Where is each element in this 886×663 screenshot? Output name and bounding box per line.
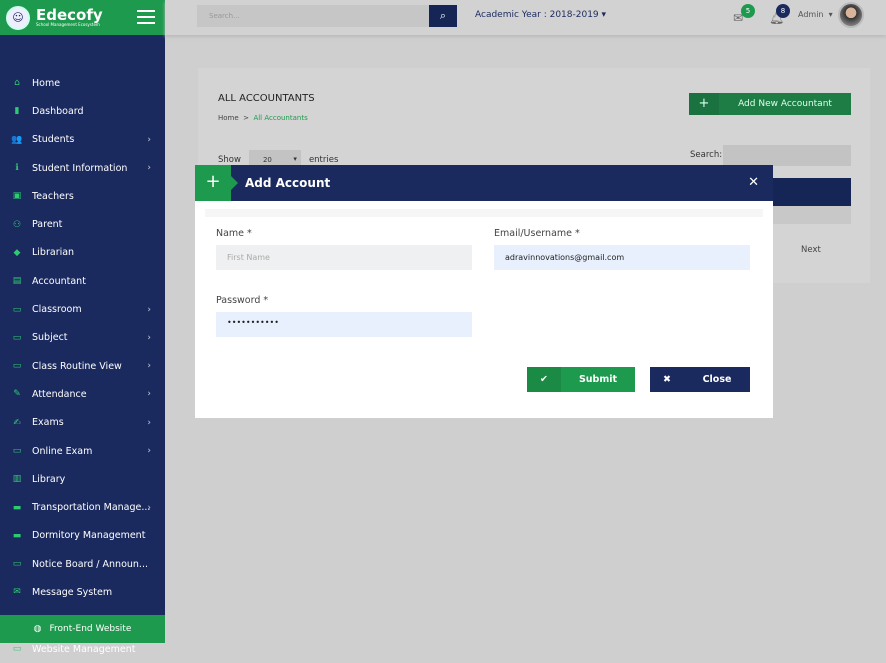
sidebar-item-librarian[interactable]: ◆ Librarian	[0, 239, 165, 267]
check-icon: ✔	[527, 367, 561, 392]
chevron-right-icon: ›	[147, 361, 151, 372]
avatar[interactable]	[838, 2, 864, 28]
logo-emblem-icon: ☺	[6, 5, 30, 30]
plus-icon: +	[195, 165, 238, 201]
bar-chart-icon: ▮	[14, 106, 20, 117]
routine-icon: ▭	[12, 361, 22, 372]
modal-title: Add Account	[245, 176, 331, 190]
mail-count-badge: 5	[741, 4, 755, 18]
sidebar-item-parent[interactable]: ⚇ Parent	[0, 210, 165, 238]
sidebar-item-exams[interactable]: ✍ Exams ›	[0, 409, 165, 437]
sidebar-item-dormitory-management[interactable]: ▬ Dormitory Management	[0, 522, 165, 550]
user-menu[interactable]: Admin ▾	[798, 10, 833, 19]
sidebar-item-classroom[interactable]: ▭ Classroom ›	[0, 295, 165, 323]
sidebar-item-student-information[interactable]: ℹ Student Information ›	[0, 154, 165, 182]
close-icon[interactable]: ✕	[748, 175, 759, 190]
globe-icon: ◍	[33, 624, 42, 634]
modal-header: + Add Account ✕	[195, 165, 773, 201]
sidebar-item-teachers[interactable]: ▣ Teachers	[0, 182, 165, 210]
front-end-website-button[interactable]: ◍ Front-End Website	[0, 615, 165, 643]
subject-icon: ▭	[12, 332, 22, 343]
plus-icon: +	[689, 93, 719, 115]
submit-button[interactable]: ✔ Submit	[527, 367, 635, 392]
chevron-right-icon: ›	[147, 304, 151, 315]
sidebar: ☺ Edecofy School Management Ecosystem ⌂ Ho…	[0, 0, 165, 655]
sidebar-item-class-routine-view[interactable]: ▭ Class Routine View ›	[0, 352, 165, 380]
teacher-icon: ▣	[12, 191, 22, 202]
search-button[interactable]: ⌕	[429, 5, 457, 27]
search-icon: ⌕	[439, 9, 447, 22]
sidebar-item-transportation-manage[interactable]: ▬ Transportation Manage... ›	[0, 493, 165, 521]
table-search-label: Search:	[690, 150, 723, 160]
add-new-accountant-button[interactable]: + Add New Accountant	[689, 93, 851, 115]
password-input[interactable]: •••••••••••	[216, 312, 472, 337]
home-icon: ⌂	[14, 78, 20, 89]
library-icon: ▥	[12, 474, 22, 485]
laptop-icon: ▭	[12, 644, 22, 655]
online-exam-icon: ▭	[12, 446, 22, 456]
classroom-icon: ▭	[12, 304, 22, 315]
next-page-button[interactable]: Next	[801, 245, 821, 255]
chevron-right-icon: ›	[147, 134, 151, 145]
message-icon: ✉	[13, 587, 21, 598]
sidebar-item-notice-board-announ[interactable]: ▭ Notice Board / Announ...	[0, 550, 165, 578]
chevron-right-icon: ›	[147, 417, 151, 428]
accountant-icon: ▤	[12, 276, 22, 287]
attendance-icon: ✎	[13, 389, 21, 400]
sidebar-item-library[interactable]: ▥ Library	[0, 465, 165, 493]
chevron-right-icon: ›	[147, 446, 151, 456]
sidebar-item-online-exam[interactable]: ▭ Online Exam ›	[0, 437, 165, 465]
notice-icon: ▭	[12, 559, 22, 570]
chevron-right-icon: ›	[147, 389, 151, 400]
sidebar-nav: ⌂ Home ▮ Dashboard 👥 Students › ℹ Student Inform…	[0, 69, 165, 663]
academic-year-dropdown[interactable]: Academic Year : 2018-2019 ▾	[475, 10, 606, 20]
bus-icon: ▬	[12, 502, 22, 513]
divider	[205, 209, 763, 217]
table-search-input[interactable]	[723, 145, 851, 166]
top-bar: Search... ⌕ Academic Year : 2018-2019 ▾ …	[165, 0, 886, 35]
name-label: Name *	[216, 228, 252, 239]
info-icon: ℹ	[15, 163, 19, 174]
librarian-icon: ◆	[13, 247, 21, 258]
sidebar-item-subject[interactable]: ▭ Subject ›	[0, 324, 165, 352]
exams-icon: ✍	[13, 417, 21, 428]
brand-name: Edecofy School Management Ecosystem	[36, 6, 103, 28]
chevron-right-icon: ›	[147, 163, 151, 174]
sidebar-item-students[interactable]: 👥 Students ›	[0, 126, 165, 154]
breadcrumb: Home > All Accountants	[218, 114, 308, 122]
notification-count-badge: 8	[776, 4, 790, 18]
users-icon: 👥	[11, 134, 23, 145]
search-input[interactable]: Search...	[197, 5, 429, 27]
email-input[interactable]: adravinnovations@gmail.com	[494, 245, 750, 270]
bed-icon: ▬	[12, 530, 22, 541]
chevron-right-icon: ›	[147, 332, 151, 343]
close-button[interactable]: ✖ Close	[650, 367, 750, 392]
sidebar-item-attendance[interactable]: ✎ Attendance ›	[0, 380, 165, 408]
close-icon: ✖	[663, 374, 671, 385]
add-account-modal: + Add Account ✕ Name * First Name Email/…	[195, 165, 773, 418]
sidebar-item-message-system[interactable]: ✉ Message System	[0, 578, 165, 606]
password-label: Password *	[216, 295, 269, 306]
chevron-right-icon: ›	[147, 502, 151, 513]
logo[interactable]: ☺ Edecofy School Management Ecosystem	[0, 0, 165, 35]
email-label: Email/Username *	[494, 228, 580, 239]
sidebar-item-accountant[interactable]: ▤ Accountant	[0, 267, 165, 295]
sidebar-item-home[interactable]: ⌂ Home	[0, 69, 165, 97]
name-input[interactable]: First Name	[216, 245, 472, 270]
parent-icon: ⚇	[12, 219, 22, 230]
page-title: ALL ACCOUNTANTS	[218, 93, 315, 104]
hamburger-menu-icon[interactable]	[137, 10, 155, 28]
sidebar-item-dashboard[interactable]: ▮ Dashboard	[0, 97, 165, 125]
